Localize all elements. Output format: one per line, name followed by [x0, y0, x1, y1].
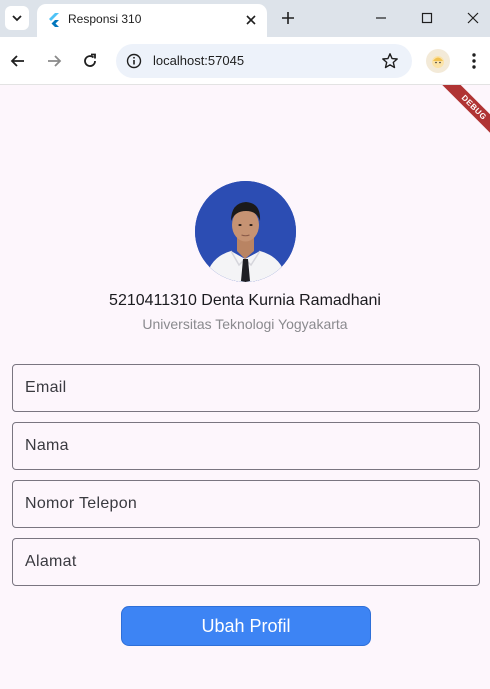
profile-name: 5210411310 Denta Kurnia Ramadhani: [109, 292, 381, 309]
maximize-icon: [421, 12, 433, 24]
reload-icon: [84, 53, 96, 67]
email-field[interactable]: [12, 364, 480, 412]
address-field[interactable]: [12, 538, 480, 586]
maximize-button[interactable]: [415, 6, 439, 30]
name-field[interactable]: [12, 422, 480, 470]
browser-toolbar: localhost:57045: [0, 37, 490, 85]
chevron-down-icon: [12, 15, 22, 22]
arrow-left-icon: [10, 55, 24, 67]
address-input[interactable]: [13, 539, 479, 585]
bookmark-star-icon[interactable]: [380, 51, 400, 71]
browser-menu-button[interactable]: [462, 49, 486, 73]
profile-avatar-icon[interactable]: [426, 49, 450, 73]
tab-search-button[interactable]: [5, 6, 29, 30]
back-button[interactable]: [6, 49, 30, 73]
profile-institution: Universitas Teknologi Yogyakarta: [142, 316, 348, 332]
flutter-icon: [49, 13, 59, 27]
close-icon: [246, 15, 256, 25]
reload-button[interactable]: [78, 49, 102, 73]
close-icon: [467, 12, 479, 24]
active-tab[interactable]: Responsi 310: [37, 4, 267, 37]
new-tab-button[interactable]: [276, 6, 300, 30]
minimize-button[interactable]: [369, 6, 393, 30]
more-vertical-icon: [472, 53, 476, 69]
minimize-icon: [376, 17, 386, 19]
tab-strip: Responsi 310: [0, 0, 490, 37]
forward-button[interactable]: [42, 49, 66, 73]
window-close-button[interactable]: [461, 6, 485, 30]
phone-field[interactable]: [12, 480, 480, 528]
phone-input[interactable]: [13, 481, 479, 527]
tab-title: Responsi 310: [68, 12, 142, 26]
debug-banner: DEBUG: [430, 85, 490, 145]
address-bar[interactable]: localhost:57045: [116, 44, 412, 78]
profile-photo: [195, 181, 296, 282]
url-text[interactable]: localhost:57045: [153, 53, 244, 68]
site-info-icon[interactable]: [124, 51, 144, 71]
debug-banner-label: DEBUG: [459, 93, 489, 122]
update-profile-button[interactable]: Ubah Profil: [121, 606, 371, 646]
tab-close-button[interactable]: [241, 10, 261, 30]
plus-icon: [282, 12, 294, 24]
arrow-right-icon: [48, 55, 62, 67]
name-input[interactable]: [13, 423, 479, 469]
email-input[interactable]: [13, 365, 479, 411]
